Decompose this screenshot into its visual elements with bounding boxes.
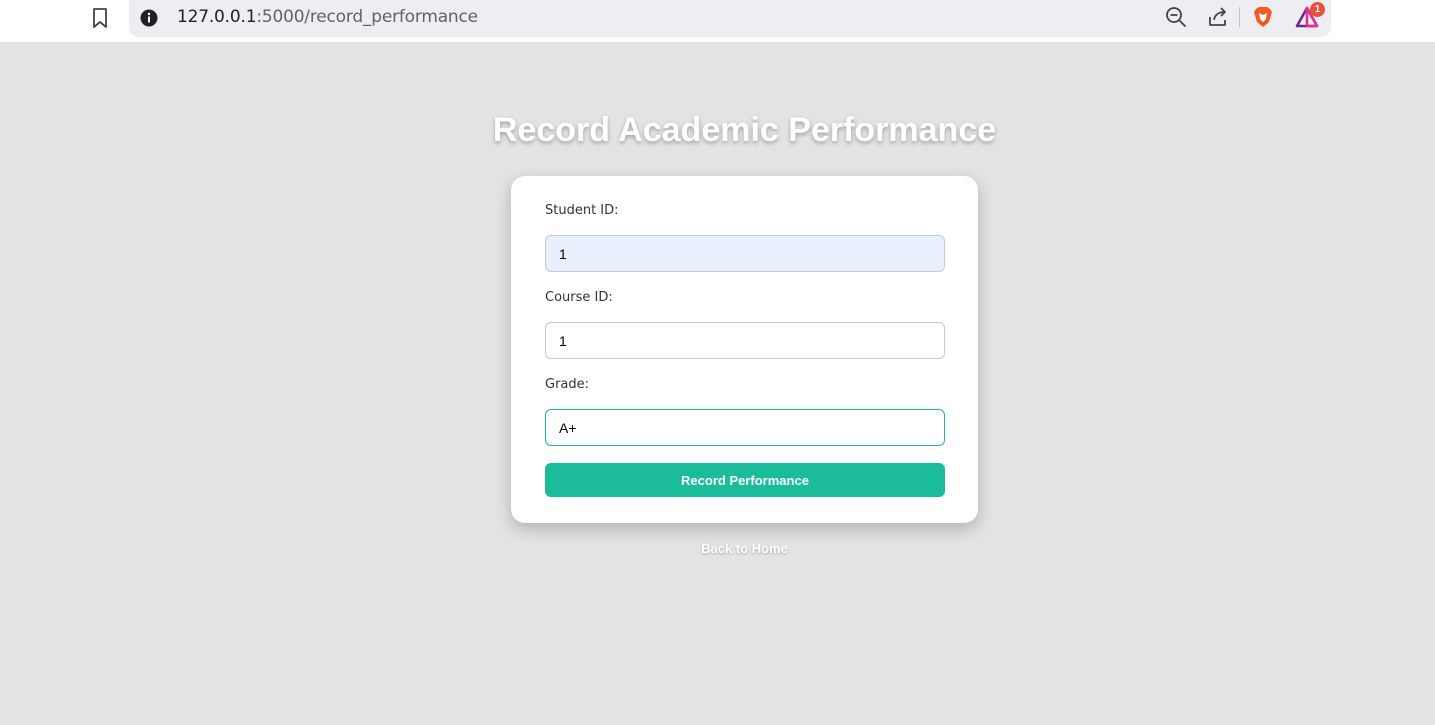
url-path: :5000/record_performance (256, 7, 478, 27)
brave-icon[interactable] (1251, 5, 1275, 29)
back-to-home-link[interactable]: Back to Home (0, 541, 1435, 556)
performance-form-card: Student ID: Course ID: Grade: Record Per… (511, 176, 978, 523)
bookmark-icon[interactable] (90, 7, 110, 29)
student-id-input[interactable] (545, 235, 945, 272)
zoom-icon[interactable] (1164, 5, 1188, 29)
course-id-input[interactable] (545, 322, 945, 359)
page-title: Record Academic Performance (492, 111, 997, 149)
course-id-label: Course ID: (545, 290, 613, 305)
toolbar-divider (1239, 7, 1240, 27)
url-text[interactable]: 127.0.0.1:5000/record_performance (177, 7, 478, 27)
page-body: Record Academic Performance Student ID: … (0, 42, 1435, 725)
grade-label: Grade: (545, 377, 590, 392)
rewards-badge: 1 (1310, 2, 1325, 17)
site-info-icon[interactable] (140, 9, 158, 27)
browser-toolbar: 127.0.0.1:5000/record_performance 1 (0, 0, 1435, 42)
url-host: 127.0.0.1 (177, 7, 257, 27)
share-icon[interactable] (1206, 5, 1230, 29)
address-bar[interactable]: 127.0.0.1:5000/record_performance 1 (129, 0, 1331, 37)
student-id-label: Student ID: (545, 203, 619, 218)
grade-input[interactable] (545, 409, 945, 446)
record-performance-button[interactable]: Record Performance (545, 463, 945, 497)
